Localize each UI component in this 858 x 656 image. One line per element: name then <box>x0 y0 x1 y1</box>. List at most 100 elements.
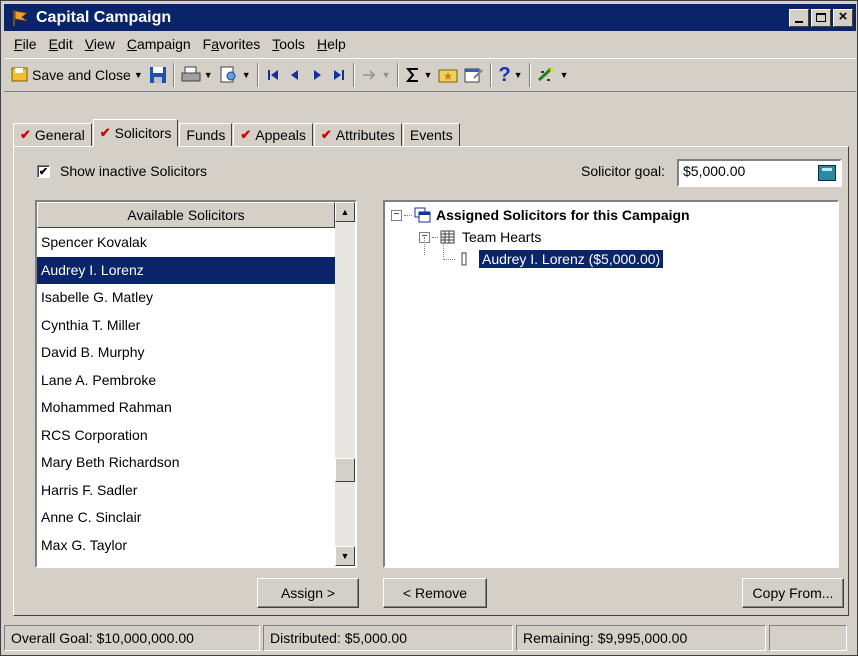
tab-appeals[interactable]: ✔ Appeals <box>233 123 313 147</box>
list-item[interactable]: Harris F. Sadler <box>37 477 335 505</box>
chevron-down-icon[interactable]: ▼ <box>424 70 433 80</box>
list-item[interactable]: Spencer Kovalak <box>37 229 335 257</box>
show-inactive-label: Show inactive Solicitors <box>60 163 208 179</box>
list-item[interactable]: David B. Murphy <box>37 339 335 367</box>
show-inactive-checkbox[interactable]: ✔ <box>37 164 50 178</box>
solicitor-goal-value: $5,000.00 <box>683 163 746 179</box>
folder-star-icon <box>438 69 458 83</box>
menu-tools[interactable]: Tools <box>266 36 311 52</box>
tab-funds[interactable]: Funds <box>179 123 233 147</box>
properties-icon <box>464 68 484 83</box>
properties-button[interactable] <box>461 62 487 88</box>
favorites-button[interactable] <box>435 62 461 88</box>
list-item[interactable]: Lane A. Pembroke <box>37 367 335 395</box>
scroll-down-icon[interactable]: ▼ <box>335 546 355 566</box>
go-to-button[interactable]: ▼ <box>358 62 394 88</box>
floppy-icon <box>149 67 166 83</box>
assigned-solicitors-tree[interactable]: − Assigned Solicitors for this Campaign … <box>383 200 839 568</box>
list-item-selected[interactable]: Audrey I. Lorenz <box>37 256 335 284</box>
next-record-button[interactable] <box>306 62 328 88</box>
tab-general[interactable]: ✔ General <box>13 123 92 147</box>
menu-help[interactable]: Help <box>311 36 352 52</box>
previous-icon <box>290 70 298 80</box>
scroll-thumb[interactable] <box>335 458 355 482</box>
available-solicitors-list[interactable]: Available Solicitors Spencer Kovalak Aud… <box>35 200 357 568</box>
list-item[interactable]: Mohammed Rahman <box>37 394 335 422</box>
tree-root-node[interactable]: − Assigned Solicitors for this Campaign <box>391 204 690 226</box>
first-record-button[interactable] <box>262 62 284 88</box>
checkmark-icon: ✔ <box>20 127 31 142</box>
list-item[interactable]: Max G. Taylor <box>37 532 335 560</box>
previous-record-button[interactable] <box>284 62 306 88</box>
sigma-icon <box>405 68 418 82</box>
remaining-status: Remaining: $9,995,000.00 <box>516 625 766 651</box>
toolbar-separator <box>490 63 493 87</box>
window-title: Capital Campaign <box>36 8 172 26</box>
chevron-down-icon[interactable]: ▼ <box>560 70 569 80</box>
collapse-icon[interactable]: − <box>391 209 402 221</box>
maximize-button[interactable] <box>811 8 831 27</box>
tab-solicitors[interactable]: ✔ Solicitors <box>92 119 179 147</box>
solicitor-goal-field[interactable]: $5,000.00 <box>677 159 842 187</box>
toolbar-separator <box>256 63 259 87</box>
minimize-button[interactable] <box>789 8 809 27</box>
show-inactive-option[interactable]: ✔ Show inactive Solicitors <box>37 163 207 179</box>
list-item[interactable]: Mary Beth Richardson <box>37 449 335 477</box>
title-bar[interactable]: Capital Campaign × <box>4 4 856 31</box>
close-icon: × <box>838 7 848 25</box>
toolbar-separator <box>172 63 175 87</box>
solicitor-goal-label: Solicitor goal: <box>581 163 666 179</box>
preview-button[interactable]: ▼ <box>216 62 254 88</box>
tree-team-label: Team Hearts <box>462 229 542 245</box>
menu-edit[interactable]: Edit <box>43 36 79 52</box>
chevron-down-icon[interactable]: ▼ <box>204 70 213 80</box>
chevron-down-icon[interactable]: ▼ <box>514 70 523 80</box>
close-button[interactable]: × <box>833 7 853 27</box>
solicitor-group-icon <box>414 207 431 223</box>
checkmark-icon: ✔ <box>99 125 111 140</box>
list-item[interactable]: Anne C. Sinclair <box>37 504 335 532</box>
remove-button[interactable]: < Remove <box>383 578 487 608</box>
list-item[interactable]: Cynthia T. Miller <box>37 312 335 340</box>
print-button[interactable]: ▼ <box>178 62 216 88</box>
summary-button[interactable]: ▼ <box>402 62 436 88</box>
toolbar-separator <box>352 63 355 87</box>
menu-view[interactable]: View <box>79 36 121 52</box>
scroll-up-icon[interactable]: ▲ <box>335 202 355 222</box>
menu-favorites[interactable]: Favorites <box>197 36 267 52</box>
tree-team-node[interactable]: − Team Hearts <box>419 226 541 248</box>
tab-label: Solicitors <box>114 125 172 141</box>
tab-label: Funds <box>186 127 226 143</box>
arrow-right-icon <box>362 70 375 80</box>
status-extra-cell <box>769 625 847 651</box>
calculator-icon[interactable] <box>818 165 836 181</box>
menu-campaign[interactable]: Campaign <box>121 36 197 52</box>
campaign-app-icon <box>13 9 29 26</box>
menu-file[interactable]: File <box>8 36 43 52</box>
tab-label: Events <box>409 127 453 143</box>
list-item[interactable]: Isabelle G. Matley <box>37 284 335 312</box>
save-and-close-button[interactable]: Save and Close ▼ <box>8 62 146 88</box>
wizard-button[interactable]: ▼ <box>534 62 572 88</box>
chevron-down-icon[interactable]: ▼ <box>382 70 391 80</box>
vertical-scrollbar[interactable]: ▲ ▼ <box>335 202 355 566</box>
tab-events[interactable]: Events <box>402 123 460 147</box>
list-item[interactable]: RCS Corporation <box>37 422 335 450</box>
checkmark-icon: ✔ <box>320 127 332 142</box>
last-record-button[interactable] <box>328 62 350 88</box>
solicitor-icon <box>461 252 467 266</box>
tree-member-node[interactable]: Audrey I. Lorenz ($5,000.00) <box>443 248 665 270</box>
chevron-down-icon[interactable]: ▼ <box>134 70 143 80</box>
assign-button[interactable]: Assign > <box>257 578 359 608</box>
chevron-down-icon[interactable]: ▼ <box>242 70 251 80</box>
toolbar-separator <box>396 63 399 87</box>
save-button[interactable] <box>146 62 170 88</box>
first-icon <box>267 70 278 80</box>
copy-from-button[interactable]: Copy From... <box>742 578 844 608</box>
tab-attributes[interactable]: ✔ Attributes <box>313 123 402 147</box>
help-button[interactable]: ? ▼ <box>495 62 525 88</box>
print-preview-icon <box>220 66 236 83</box>
printer-icon <box>181 66 201 82</box>
tree-root-label: Assigned Solicitors for this Campaign <box>436 207 690 223</box>
available-solicitors-header[interactable]: Available Solicitors <box>37 202 335 228</box>
